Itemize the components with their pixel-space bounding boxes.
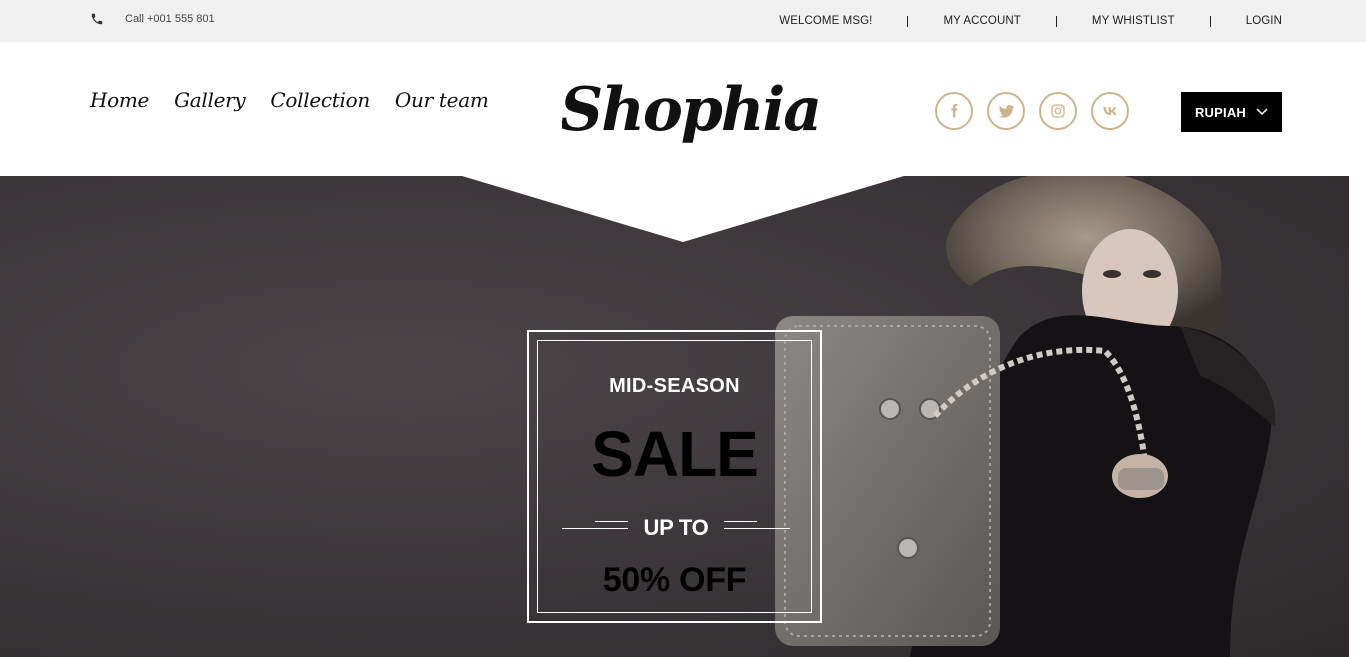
chevron-down-icon <box>1256 108 1268 116</box>
nav-collection[interactable]: Collection <box>270 88 370 112</box>
sale-subtitle: MID-SEASON <box>609 375 740 397</box>
discount-label: 50% OFF <box>602 561 747 599</box>
decor-line <box>724 528 790 529</box>
instagram-button[interactable] <box>1039 92 1077 130</box>
header-notch <box>462 176 904 242</box>
page-scrollbar[interactable] <box>1349 176 1366 657</box>
vk-button[interactable] <box>1091 92 1129 130</box>
divider <box>1055 15 1057 27</box>
phone-contact: Call +001 555 801 <box>90 12 215 26</box>
welcome-msg-link[interactable]: WELCOME MSG! <box>779 15 872 27</box>
divider <box>907 15 909 27</box>
sale-title: SALE <box>591 418 759 490</box>
vk-icon <box>1103 106 1117 116</box>
my-wishlist-link[interactable]: MY WHISTLIST <box>1092 15 1175 27</box>
top-bar: Call +001 555 801 WELCOME MSG! MY ACCOUN… <box>0 0 1366 42</box>
divider <box>1209 15 1211 27</box>
facebook-button[interactable] <box>935 92 973 130</box>
social-links <box>935 92 1129 130</box>
login-link[interactable]: LOGIN <box>1246 15 1282 27</box>
nav-home[interactable]: Home <box>90 88 149 112</box>
site-logo[interactable]: Shophia <box>562 66 818 156</box>
my-account-link[interactable]: MY ACCOUNT <box>943 15 1020 27</box>
currency-label: RUPIAH <box>1194 104 1247 120</box>
sale-callout[interactable]: MID-SEASON SALE UP TO 50% OFF <box>527 330 822 623</box>
sale-inner-frame: MID-SEASON SALE UP TO 50% OFF <box>537 340 812 613</box>
currency-dropdown[interactable]: RUPIAH <box>1181 92 1282 132</box>
twitter-icon <box>998 104 1014 118</box>
hero-banner[interactable]: MID-SEASON SALE UP TO 50% OFF <box>0 176 1349 657</box>
site-header: Home Gallery Collection Our team Shophia <box>0 42 1366 176</box>
decor-line <box>724 521 757 522</box>
top-links: WELCOME MSG! MY ACCOUNT MY WHISTLIST LOG… <box>779 0 1282 42</box>
hero-model-image <box>775 176 1276 657</box>
nav-our-team[interactable]: Our team <box>395 88 489 112</box>
nav-gallery[interactable]: Gallery <box>174 88 246 112</box>
main-nav: Home Gallery Collection Our team <box>90 88 489 112</box>
logo-text: Shophia <box>562 75 818 145</box>
phone-icon <box>91 13 103 25</box>
phone-number: Call +001 555 801 <box>125 13 215 25</box>
facebook-icon <box>951 103 958 118</box>
instagram-icon <box>1051 104 1065 118</box>
twitter-button[interactable] <box>987 92 1025 130</box>
up-to-row: UP TO <box>562 515 790 541</box>
